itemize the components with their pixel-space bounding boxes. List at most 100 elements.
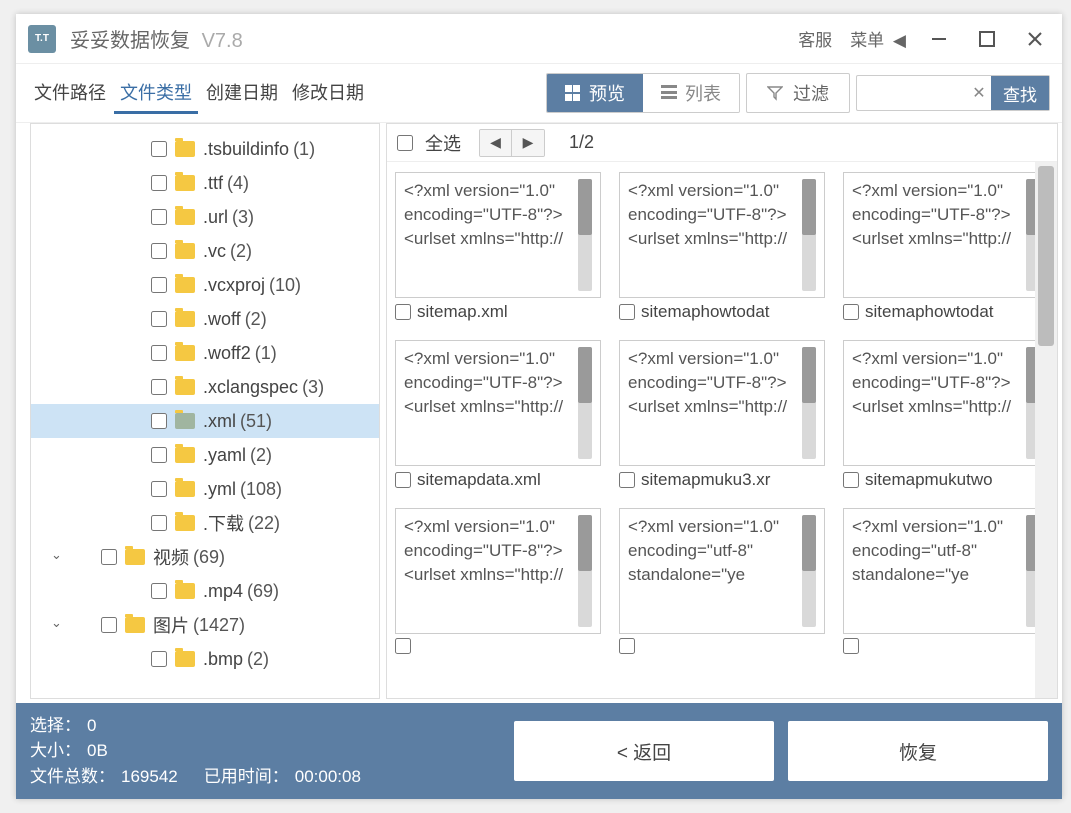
- tree-item-checkbox[interactable]: [101, 617, 117, 633]
- tree-item-checkbox[interactable]: [151, 209, 167, 225]
- preview-thumb[interactable]: <?xml version="1.0" encoding="UTF-8"?><u…: [395, 172, 601, 298]
- next-page-button[interactable]: ▶: [512, 130, 544, 156]
- preview-thumb[interactable]: <?xml version="1.0" encoding="UTF-8"?><u…: [395, 340, 601, 466]
- preview-card[interactable]: <?xml version="1.0" encoding="utf-8" sta…: [619, 508, 825, 654]
- tab-file-path[interactable]: 文件路径: [28, 73, 112, 114]
- grid-scrollbar[interactable]: [1035, 162, 1057, 698]
- preview-card[interactable]: <?xml version="1.0" encoding="UTF-8"?><u…: [395, 340, 601, 490]
- thumb-scrollbar[interactable]: [578, 515, 592, 627]
- tab-file-type[interactable]: 文件类型: [114, 73, 198, 114]
- tree-item[interactable]: .bmp (2): [31, 642, 379, 676]
- tree-item-count: (108): [240, 479, 282, 500]
- thumb-scrollbar[interactable]: [802, 347, 816, 459]
- chevron-down-icon[interactable]: ⌄: [51, 615, 62, 631]
- tree-item[interactable]: .xclangspec (3): [31, 370, 379, 404]
- tree-item[interactable]: .url (3): [31, 200, 379, 234]
- maximize-button[interactable]: [972, 24, 1002, 54]
- filter-button[interactable]: 过滤: [746, 73, 850, 113]
- menu-link[interactable]: 菜单 ◀: [850, 26, 906, 51]
- folder-icon: [175, 481, 195, 497]
- search-button[interactable]: 查找: [991, 76, 1049, 110]
- card-filename: sitemaphowtodat: [865, 302, 994, 322]
- close-button[interactable]: [1020, 24, 1050, 54]
- preview-card[interactable]: <?xml version="1.0" encoding="UTF-8"?><u…: [395, 508, 601, 654]
- tree-item-checkbox[interactable]: [151, 141, 167, 157]
- tree-item-checkbox[interactable]: [151, 583, 167, 599]
- thumb-scrollbar[interactable]: [802, 179, 816, 291]
- tree-item[interactable]: ⌄视频 (69): [31, 540, 379, 574]
- card-checkbox[interactable]: [843, 304, 859, 320]
- thumb-scrollbar[interactable]: [578, 347, 592, 459]
- preview-thumb[interactable]: <?xml version="1.0" encoding="UTF-8"?><u…: [843, 172, 1049, 298]
- tree-item[interactable]: .woff (2): [31, 302, 379, 336]
- prev-page-button[interactable]: ◀: [480, 130, 512, 156]
- tree-item[interactable]: ⌄图片 (1427): [31, 608, 379, 642]
- card-checkbox[interactable]: [395, 638, 411, 654]
- tree-item[interactable]: .woff2 (1): [31, 336, 379, 370]
- tree-item-checkbox[interactable]: [151, 447, 167, 463]
- tree-item-checkbox[interactable]: [151, 277, 167, 293]
- card-checkbox[interactable]: [843, 472, 859, 488]
- triangle-left-icon: ◀: [893, 31, 906, 51]
- tree-item-checkbox[interactable]: [151, 651, 167, 667]
- preview-thumb[interactable]: <?xml version="1.0" encoding="UTF-8"?><u…: [395, 508, 601, 634]
- tree-item-count: (22): [248, 513, 280, 534]
- preview-thumb[interactable]: <?xml version="1.0" encoding="utf-8" sta…: [619, 508, 825, 634]
- tab-created-date[interactable]: 创建日期: [200, 73, 284, 114]
- tree-item[interactable]: .ttf (4): [31, 166, 379, 200]
- tree-item-count: (51): [240, 411, 272, 432]
- size-value: 0B: [87, 738, 108, 764]
- preview-thumb[interactable]: <?xml version="1.0" encoding="utf-8" sta…: [843, 508, 1049, 634]
- card-checkbox[interactable]: [395, 472, 411, 488]
- preview-card[interactable]: <?xml version="1.0" encoding="UTF-8"?><u…: [619, 172, 825, 322]
- back-button[interactable]: < 返回: [514, 721, 774, 781]
- preview-card[interactable]: <?xml version="1.0" encoding="UTF-8"?><u…: [843, 172, 1049, 322]
- tree-item-checkbox[interactable]: [151, 515, 167, 531]
- tab-modified-date[interactable]: 修改日期: [286, 73, 370, 114]
- file-type-tree[interactable]: .tsbuildinfo (1).ttf (4).url (3).vc (2).…: [30, 123, 380, 699]
- chevron-down-icon[interactable]: ⌄: [51, 547, 62, 563]
- card-checkbox[interactable]: [619, 472, 635, 488]
- tree-item[interactable]: .yml (108): [31, 472, 379, 506]
- tree-item[interactable]: .xml (51): [31, 404, 379, 438]
- tree-item[interactable]: .vc (2): [31, 234, 379, 268]
- tree-item[interactable]: .mp4 (69): [31, 574, 379, 608]
- thumb-scrollbar[interactable]: [578, 179, 592, 291]
- card-checkbox[interactable]: [619, 638, 635, 654]
- card-checkbox[interactable]: [395, 304, 411, 320]
- preview-grid-wrap[interactable]: <?xml version="1.0" encoding="UTF-8"?><u…: [387, 162, 1057, 698]
- clear-search-icon[interactable]: ✕: [967, 83, 991, 103]
- preview-thumb[interactable]: <?xml version="1.0" encoding="UTF-8"?><u…: [619, 340, 825, 466]
- tree-item-checkbox[interactable]: [151, 413, 167, 429]
- tree-item-label: .xml: [203, 411, 236, 432]
- card-checkbox[interactable]: [619, 304, 635, 320]
- view-list-button[interactable]: 列表: [643, 74, 739, 112]
- preview-card[interactable]: <?xml version="1.0" encoding="UTF-8"?><u…: [619, 340, 825, 490]
- recover-button[interactable]: 恢复: [788, 721, 1048, 781]
- tree-item-checkbox[interactable]: [151, 379, 167, 395]
- tree-item-checkbox[interactable]: [151, 243, 167, 259]
- tree-item-checkbox[interactable]: [151, 311, 167, 327]
- tree-item-checkbox[interactable]: [151, 481, 167, 497]
- view-preview-button[interactable]: 预览: [547, 74, 643, 112]
- tree-item-label: 视频: [153, 544, 189, 570]
- tree-item-checkbox[interactable]: [151, 175, 167, 191]
- preview-thumb[interactable]: <?xml version="1.0" encoding="UTF-8"?><u…: [843, 340, 1049, 466]
- tree-item[interactable]: .yaml (2): [31, 438, 379, 472]
- card-filename: sitemapmukutwo: [865, 470, 993, 490]
- minimize-button[interactable]: [924, 24, 954, 54]
- tree-item-checkbox[interactable]: [151, 345, 167, 361]
- tree-item-checkbox[interactable]: [101, 549, 117, 565]
- card-checkbox[interactable]: [843, 638, 859, 654]
- tree-item[interactable]: .vcxproj (10): [31, 268, 379, 302]
- support-link[interactable]: 客服: [798, 26, 832, 51]
- preview-card[interactable]: <?xml version="1.0" encoding="UTF-8"?><u…: [843, 340, 1049, 490]
- thumb-scrollbar[interactable]: [802, 515, 816, 627]
- search-input[interactable]: [857, 84, 967, 102]
- preview-card[interactable]: <?xml version="1.0" encoding="UTF-8"?><u…: [395, 172, 601, 322]
- preview-card[interactable]: <?xml version="1.0" encoding="utf-8" sta…: [843, 508, 1049, 654]
- select-all-checkbox[interactable]: [397, 135, 413, 151]
- tree-item[interactable]: .下载 (22): [31, 506, 379, 540]
- preview-thumb[interactable]: <?xml version="1.0" encoding="UTF-8"?><u…: [619, 172, 825, 298]
- tree-item[interactable]: .tsbuildinfo (1): [31, 132, 379, 166]
